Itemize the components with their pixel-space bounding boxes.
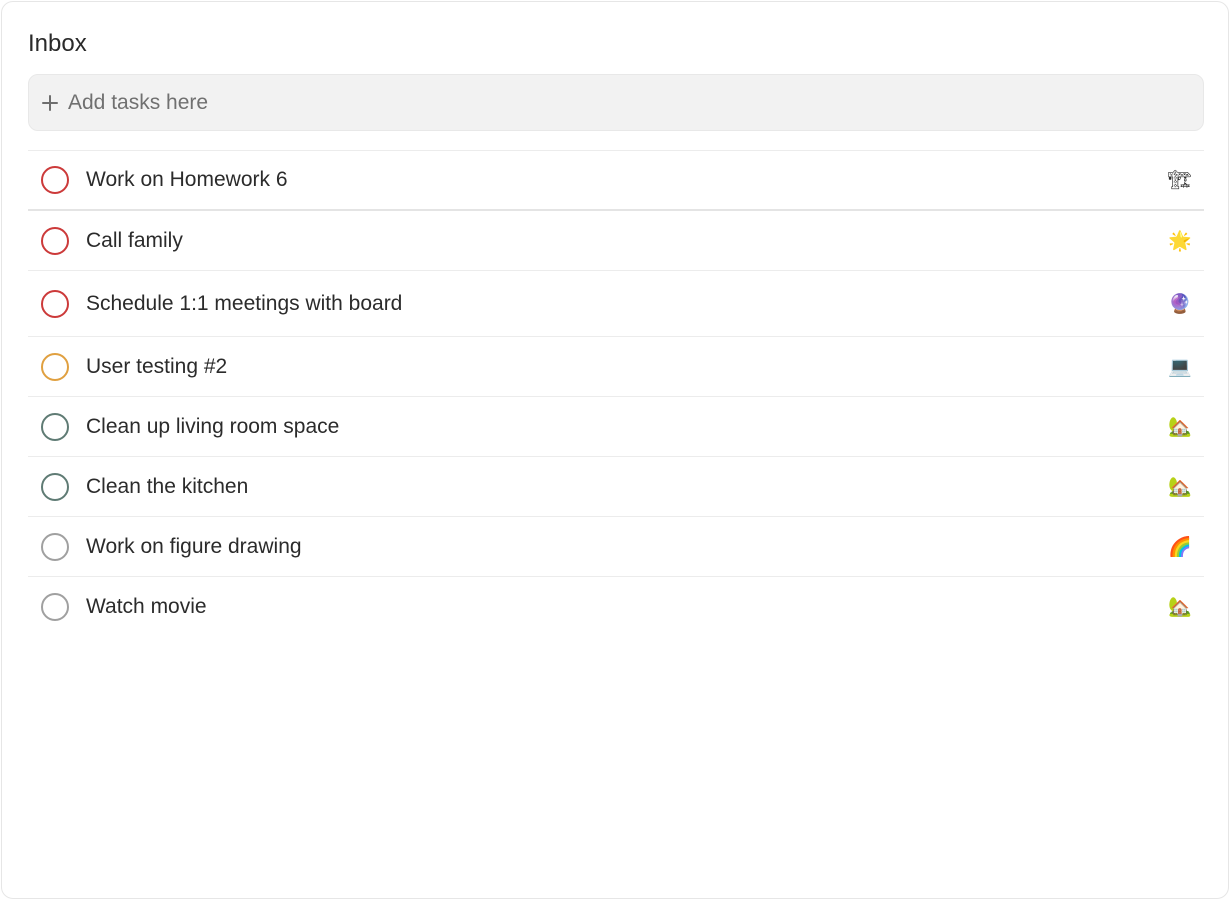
task-label: User testing #2	[86, 354, 228, 378]
task-list: Work on Homework 6 🏗 Call family 🌟 Sched…	[28, 150, 1204, 637]
task-label: Schedule 1:1 meetings with board	[86, 291, 403, 315]
task-label: Work on figure drawing	[86, 534, 302, 558]
page-title: Inbox	[28, 30, 87, 57]
house-icon: 🏡	[1168, 596, 1192, 618]
task-row[interactable]: Work on figure drawing 🌈	[28, 517, 1204, 577]
task-checkbox[interactable]	[41, 412, 69, 441]
star-icon: 🌟	[1168, 229, 1192, 252]
task-row[interactable]: Clean the kitchen 🏡	[28, 457, 1204, 517]
task-label: Clean up living room space	[86, 414, 340, 438]
task-checkbox[interactable]	[41, 226, 69, 255]
task-checkbox[interactable]	[41, 166, 69, 194]
task-label: Work on Homework 6	[86, 168, 288, 191]
task-row[interactable]: Work on Homework 6 🏗	[28, 151, 1204, 211]
plus-icon	[40, 93, 60, 113]
task-checkbox[interactable]	[41, 352, 69, 381]
task-label: Call family	[86, 228, 183, 252]
task-label: Watch movie	[86, 595, 207, 618]
house-icon: 🏡	[1168, 475, 1192, 498]
task-row[interactable]: Call family 🌟	[28, 211, 1204, 271]
inbox-panel: Inbox Work on Homework 6 🏗 Call family 🌟…	[1, 1, 1229, 899]
construction-icon: 🏗	[1167, 169, 1192, 191]
laptop-icon: 💻	[1168, 355, 1192, 378]
task-checkbox[interactable]	[41, 472, 69, 501]
task-checkbox[interactable]	[41, 289, 69, 318]
task-row[interactable]: Clean up living room space 🏡	[28, 397, 1204, 457]
add-task-box[interactable]	[28, 74, 1204, 131]
task-row[interactable]: User testing #2 💻	[28, 337, 1204, 397]
task-row[interactable]: Watch movie 🏡	[28, 577, 1204, 637]
task-label: Clean the kitchen	[86, 474, 249, 498]
add-task-input[interactable]	[68, 82, 1168, 123]
task-checkbox[interactable]	[41, 532, 69, 561]
rainbow-icon: 🌈	[1168, 535, 1192, 558]
crystal-ball-icon: 🔮	[1168, 292, 1192, 315]
task-checkbox[interactable]	[41, 593, 69, 621]
task-row[interactable]: Schedule 1:1 meetings with board 🔮	[28, 271, 1204, 337]
house-icon: 🏡	[1168, 415, 1192, 438]
